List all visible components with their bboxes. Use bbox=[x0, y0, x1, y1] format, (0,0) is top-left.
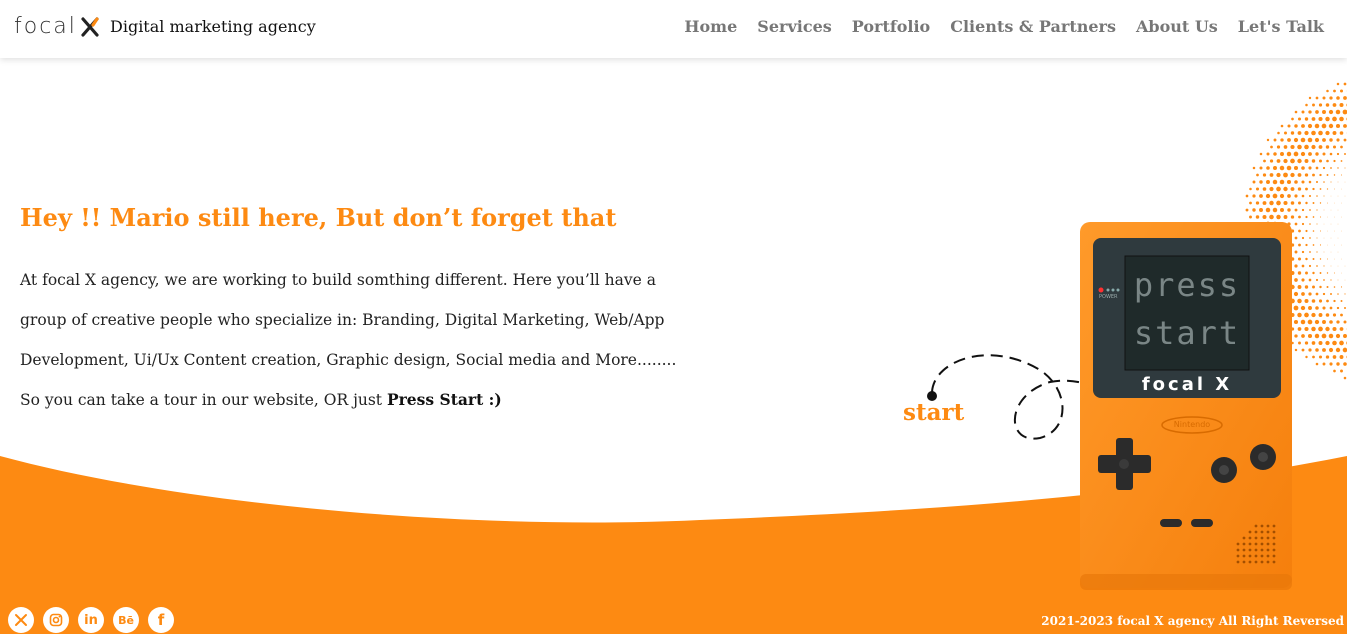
nav-clients-partners[interactable]: Clients & Partners bbox=[950, 17, 1116, 36]
nintendo-label: Nintendo bbox=[1173, 420, 1211, 429]
logo-text: focal bbox=[14, 14, 77, 39]
nav-lets-talk[interactable]: Let's Talk bbox=[1238, 17, 1324, 36]
screen-text-press: press bbox=[1133, 266, 1241, 304]
screen-text-start: start bbox=[1133, 314, 1241, 352]
hero-title: Hey !! Mario still here, But don’t forge… bbox=[20, 203, 617, 232]
nav-portfolio[interactable]: Portfolio bbox=[852, 17, 930, 36]
site-header: focal Digital marketing agency Home Serv… bbox=[0, 0, 1347, 58]
hero-body-text: At focal X agency, we are working to bui… bbox=[20, 271, 677, 409]
instagram-icon[interactable] bbox=[43, 607, 69, 633]
device-brand: focal X bbox=[1141, 374, 1233, 395]
press-start-text: Press Start :) bbox=[386, 390, 502, 409]
power-label: POWER bbox=[1099, 294, 1118, 300]
start-label[interactable]: start bbox=[903, 399, 964, 426]
copyright: 2021-2023 focal X agency All Right Rever… bbox=[1041, 614, 1344, 628]
logo-x-icon bbox=[81, 16, 99, 37]
main-nav: Home Services Portfolio Clients & Partne… bbox=[684, 17, 1324, 36]
linkedin-icon[interactable]: in bbox=[78, 607, 104, 633]
tagline: Digital marketing agency bbox=[110, 17, 316, 36]
hero-body: At focal X agency, we are working to bui… bbox=[20, 260, 680, 420]
gameboy-device[interactable]: press start POWER focal X Nintendo bbox=[1080, 222, 1292, 590]
nav-services[interactable]: Services bbox=[757, 17, 831, 36]
x-icon[interactable] bbox=[8, 607, 34, 633]
nav-home[interactable]: Home bbox=[684, 17, 737, 36]
social-links: in Bē f bbox=[8, 607, 174, 633]
behance-icon[interactable]: Bē bbox=[113, 607, 139, 633]
nav-about-us[interactable]: About Us bbox=[1136, 17, 1218, 36]
logo[interactable]: focal bbox=[14, 14, 99, 39]
facebook-icon[interactable]: f bbox=[148, 607, 174, 633]
